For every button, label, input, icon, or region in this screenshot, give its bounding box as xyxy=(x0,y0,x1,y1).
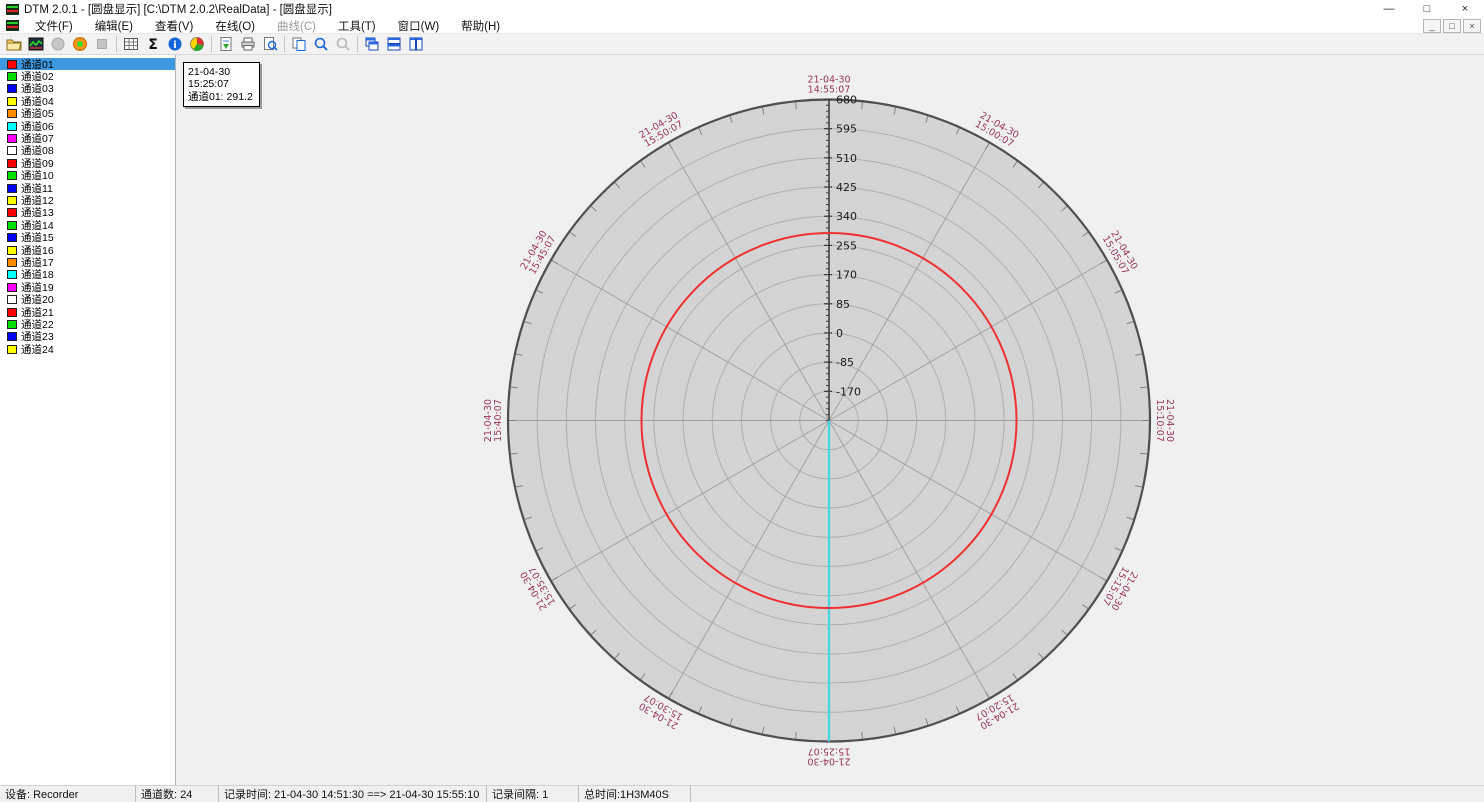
menu-item-curve: 曲线(C) xyxy=(266,17,327,35)
channel-color-swatch xyxy=(7,109,17,118)
status-record-time: 记录时间: 21-04-30 14:51:30 ==> 21-04-30 15:… xyxy=(219,786,487,802)
mdi-child-icon xyxy=(6,20,19,31)
svg-text:425: 425 xyxy=(836,181,857,194)
channel-list: 通道01通道02通道03通道04通道05通道06通道07通道08通道09通道10… xyxy=(0,55,176,785)
pause-record-button xyxy=(47,35,69,54)
info-button[interactable]: i xyxy=(164,35,186,54)
copy-button[interactable] xyxy=(288,35,310,54)
status-channel-count: 通道数: 24 xyxy=(136,786,219,802)
channel-color-swatch xyxy=(7,308,17,317)
menu-item-tools[interactable]: 工具(T) xyxy=(327,17,387,35)
svg-text:15:10:07: 15:10:07 xyxy=(1154,399,1165,442)
channel-color-swatch xyxy=(7,208,17,217)
cascade-windows-button[interactable] xyxy=(361,35,383,54)
svg-text:15:25:07: 15:25:07 xyxy=(808,746,851,757)
toolbar: Σ i xyxy=(0,34,1484,55)
status-total-time: 总时间:1H3M40S xyxy=(579,786,691,802)
channel-color-swatch xyxy=(7,196,17,205)
channel-color-swatch xyxy=(7,134,17,143)
menu-item-view[interactable]: 查看(V) xyxy=(144,17,204,35)
svg-text:15:40:07: 15:40:07 xyxy=(493,399,504,442)
svg-text:Σ: Σ xyxy=(148,37,158,52)
stop-button xyxy=(91,35,113,54)
channel-color-swatch xyxy=(7,295,17,304)
menu-item-online[interactable]: 在线(O) xyxy=(204,17,266,35)
record-button[interactable] xyxy=(69,35,91,54)
zoom-button[interactable] xyxy=(310,35,332,54)
channel-color-swatch xyxy=(7,146,17,155)
svg-text:255: 255 xyxy=(836,239,857,252)
channel-color-swatch xyxy=(7,84,17,93)
channel-color-swatch xyxy=(7,320,17,329)
data-table-button[interactable] xyxy=(120,35,142,54)
status-bar: 设备: Recorder 通道数: 24 记录时间: 21-04-30 14:5… xyxy=(0,785,1484,802)
window-title: DTM 2.0.1 - [圆盘显示] [C:\DTM 2.0.2\RealDat… xyxy=(24,1,332,17)
statistics-sigma-button[interactable]: Σ xyxy=(142,35,164,54)
svg-text:-85: -85 xyxy=(836,356,854,369)
channel-color-swatch xyxy=(7,246,17,255)
toolbar-separator xyxy=(116,36,117,52)
data-tooltip: 21-04-30 15:25:07 通道01: 291.2 xyxy=(183,62,260,107)
channel-color-swatch xyxy=(7,72,17,81)
close-button[interactable]: × xyxy=(1446,0,1484,18)
tooltip-value: 通道01: 291.2 xyxy=(188,91,253,103)
export-button[interactable] xyxy=(215,35,237,54)
svg-text:-170: -170 xyxy=(836,385,861,398)
svg-text:i: i xyxy=(173,40,176,51)
tile-horizontal-button[interactable] xyxy=(383,35,405,54)
polar-chart-panel: 21-04-30 15:25:07 通道01: 291.2 6805955104… xyxy=(176,55,1484,785)
channel-color-swatch xyxy=(7,122,17,131)
tooltip-date: 21-04-30 xyxy=(188,66,253,78)
toolbar-separator xyxy=(357,36,358,52)
menu-bar: 文件(F) 编辑(E) 查看(V) 在线(O) 曲线(C) 工具(T) 窗口(W… xyxy=(0,18,1484,34)
status-filler xyxy=(691,786,1484,802)
channel-label: 通道24 xyxy=(21,342,54,357)
status-device: 设备: Recorder xyxy=(0,786,136,802)
channel-color-swatch xyxy=(7,345,17,354)
print-preview-button[interactable] xyxy=(259,35,281,54)
realtime-display-button[interactable] xyxy=(25,35,47,54)
menu-item-edit[interactable]: 编辑(E) xyxy=(84,17,144,35)
menu-item-file[interactable]: 文件(F) xyxy=(24,17,84,35)
svg-text:510: 510 xyxy=(836,152,857,165)
channel-color-swatch xyxy=(7,332,17,341)
svg-text:340: 340 xyxy=(836,210,857,223)
title-bar: DTM 2.0.1 - [圆盘显示] [C:\DTM 2.0.2\RealDat… xyxy=(0,0,1484,18)
svg-text:595: 595 xyxy=(836,123,857,136)
open-file-button[interactable] xyxy=(3,35,25,54)
channel-color-swatch xyxy=(7,97,17,106)
channel-color-swatch xyxy=(7,60,17,69)
menu-item-window[interactable]: 窗口(W) xyxy=(387,17,451,35)
minimize-button[interactable]: — xyxy=(1370,0,1408,18)
svg-text:14:55:07: 14:55:07 xyxy=(808,85,851,96)
toolbar-separator xyxy=(211,36,212,52)
tooltip-time: 15:25:07 xyxy=(188,78,253,90)
channel-color-swatch xyxy=(7,258,17,267)
channel-color-swatch xyxy=(7,184,17,193)
restore-button[interactable]: □ xyxy=(1408,0,1446,18)
channel-color-swatch xyxy=(7,270,17,279)
channel-color-swatch xyxy=(7,171,17,180)
svg-text:0: 0 xyxy=(836,327,843,340)
channel-color-swatch xyxy=(7,283,17,292)
zoom-out-button xyxy=(332,35,354,54)
pie-chart-button[interactable] xyxy=(186,35,208,54)
mdi-close-button[interactable]: × xyxy=(1463,19,1481,33)
polar-chart[interactable]: 680595510425340255170850-85-17021-04-301… xyxy=(176,55,1484,785)
channel-item-24[interactable]: 通道24 xyxy=(0,343,175,355)
channel-color-swatch xyxy=(7,221,17,230)
app-icon xyxy=(6,4,19,15)
menu-item-help[interactable]: 帮助(H) xyxy=(450,17,511,35)
channel-color-swatch xyxy=(7,159,17,168)
print-button[interactable] xyxy=(237,35,259,54)
channel-color-swatch xyxy=(7,233,17,242)
tile-vertical-button[interactable] xyxy=(405,35,427,54)
svg-text:85: 85 xyxy=(836,298,850,311)
svg-text:170: 170 xyxy=(836,269,857,282)
toolbar-separator xyxy=(284,36,285,52)
mdi-minimize-button[interactable]: _ xyxy=(1423,19,1441,33)
mdi-restore-button[interactable]: □ xyxy=(1443,19,1461,33)
status-record-interval: 记录间隔: 1 xyxy=(487,786,579,802)
